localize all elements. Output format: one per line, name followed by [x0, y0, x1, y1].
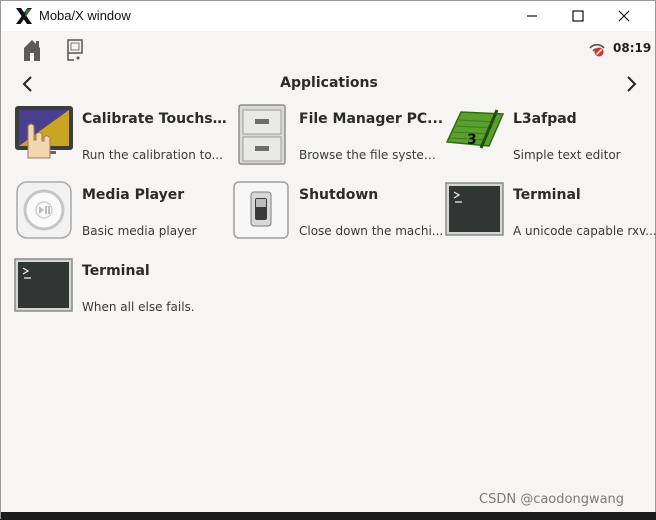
app-file-manager[interactable]: File Manager PC... Browse the file syste…: [231, 104, 446, 174]
maximize-icon: [572, 10, 584, 22]
app-media-player[interactable]: Media Player Basic media player: [14, 180, 229, 250]
maximize-button[interactable]: [555, 1, 601, 31]
page-heading: Applications: [280, 75, 378, 91]
app-name: File Manager PC...: [299, 111, 444, 127]
app-name: L3afpad: [513, 111, 577, 127]
terminal-icon: [14, 258, 73, 312]
app-name: Shutdown: [299, 187, 379, 203]
app-description: Close down the machi...: [299, 224, 444, 238]
window-edge-left: [1, 31, 8, 513]
app-name: Terminal: [513, 187, 581, 203]
app-description: When all else fails.: [82, 300, 195, 314]
svg-text:3: 3: [467, 132, 477, 148]
window-title: Moba/X window: [39, 8, 131, 23]
app-description: Simple text editor: [513, 148, 621, 162]
app-description: Browse the file system...: [299, 148, 445, 162]
app-terminal-rxvt[interactable]: Terminal A unicode capable rxv...: [445, 180, 656, 250]
moba-x-window: Moba/X window 08:19 Applications Calibra…: [0, 0, 656, 520]
app-name: Calibrate Touchs...: [82, 111, 228, 127]
app-calibrate-touchscreen[interactable]: Calibrate Touchs... Run the calibration …: [14, 104, 229, 174]
close-button[interactable]: [601, 1, 647, 31]
app-l3afpad[interactable]: 3 L3afpad Simple text editor: [445, 104, 656, 174]
text-editor-icon: 3: [445, 109, 505, 149]
network-disconnected-icon[interactable]: [588, 41, 606, 57]
power-switch-icon: [233, 181, 289, 239]
app-description: Basic media player: [82, 224, 197, 238]
file-cabinet-icon: [238, 104, 286, 165]
app-name: Media Player: [82, 187, 185, 203]
app-terminal[interactable]: Terminal When all else fails.: [14, 256, 229, 326]
title-bar[interactable]: Moba/X window: [1, 1, 655, 31]
home-icon[interactable]: [21, 38, 43, 62]
next-page-arrow-icon[interactable]: [621, 74, 641, 94]
app-shutdown[interactable]: Shutdown Close down the machi...: [231, 180, 446, 250]
minimize-icon: [527, 15, 537, 17]
media-player-icon: [16, 181, 72, 239]
minimize-button[interactable]: [509, 1, 555, 31]
watermark: CSDN @caodongwang: [479, 492, 625, 507]
app-description: A unicode capable rxv...: [513, 224, 656, 238]
display-icon[interactable]: [65, 38, 85, 62]
app-description: Run the calibration to...: [82, 148, 223, 162]
app-name: Terminal: [82, 263, 150, 279]
terminal-icon: [445, 182, 504, 236]
touch-calibration-icon: [15, 106, 73, 159]
clock: 08:19: [613, 41, 652, 55]
close-icon: [618, 10, 630, 22]
x-logo-icon: [16, 8, 32, 24]
